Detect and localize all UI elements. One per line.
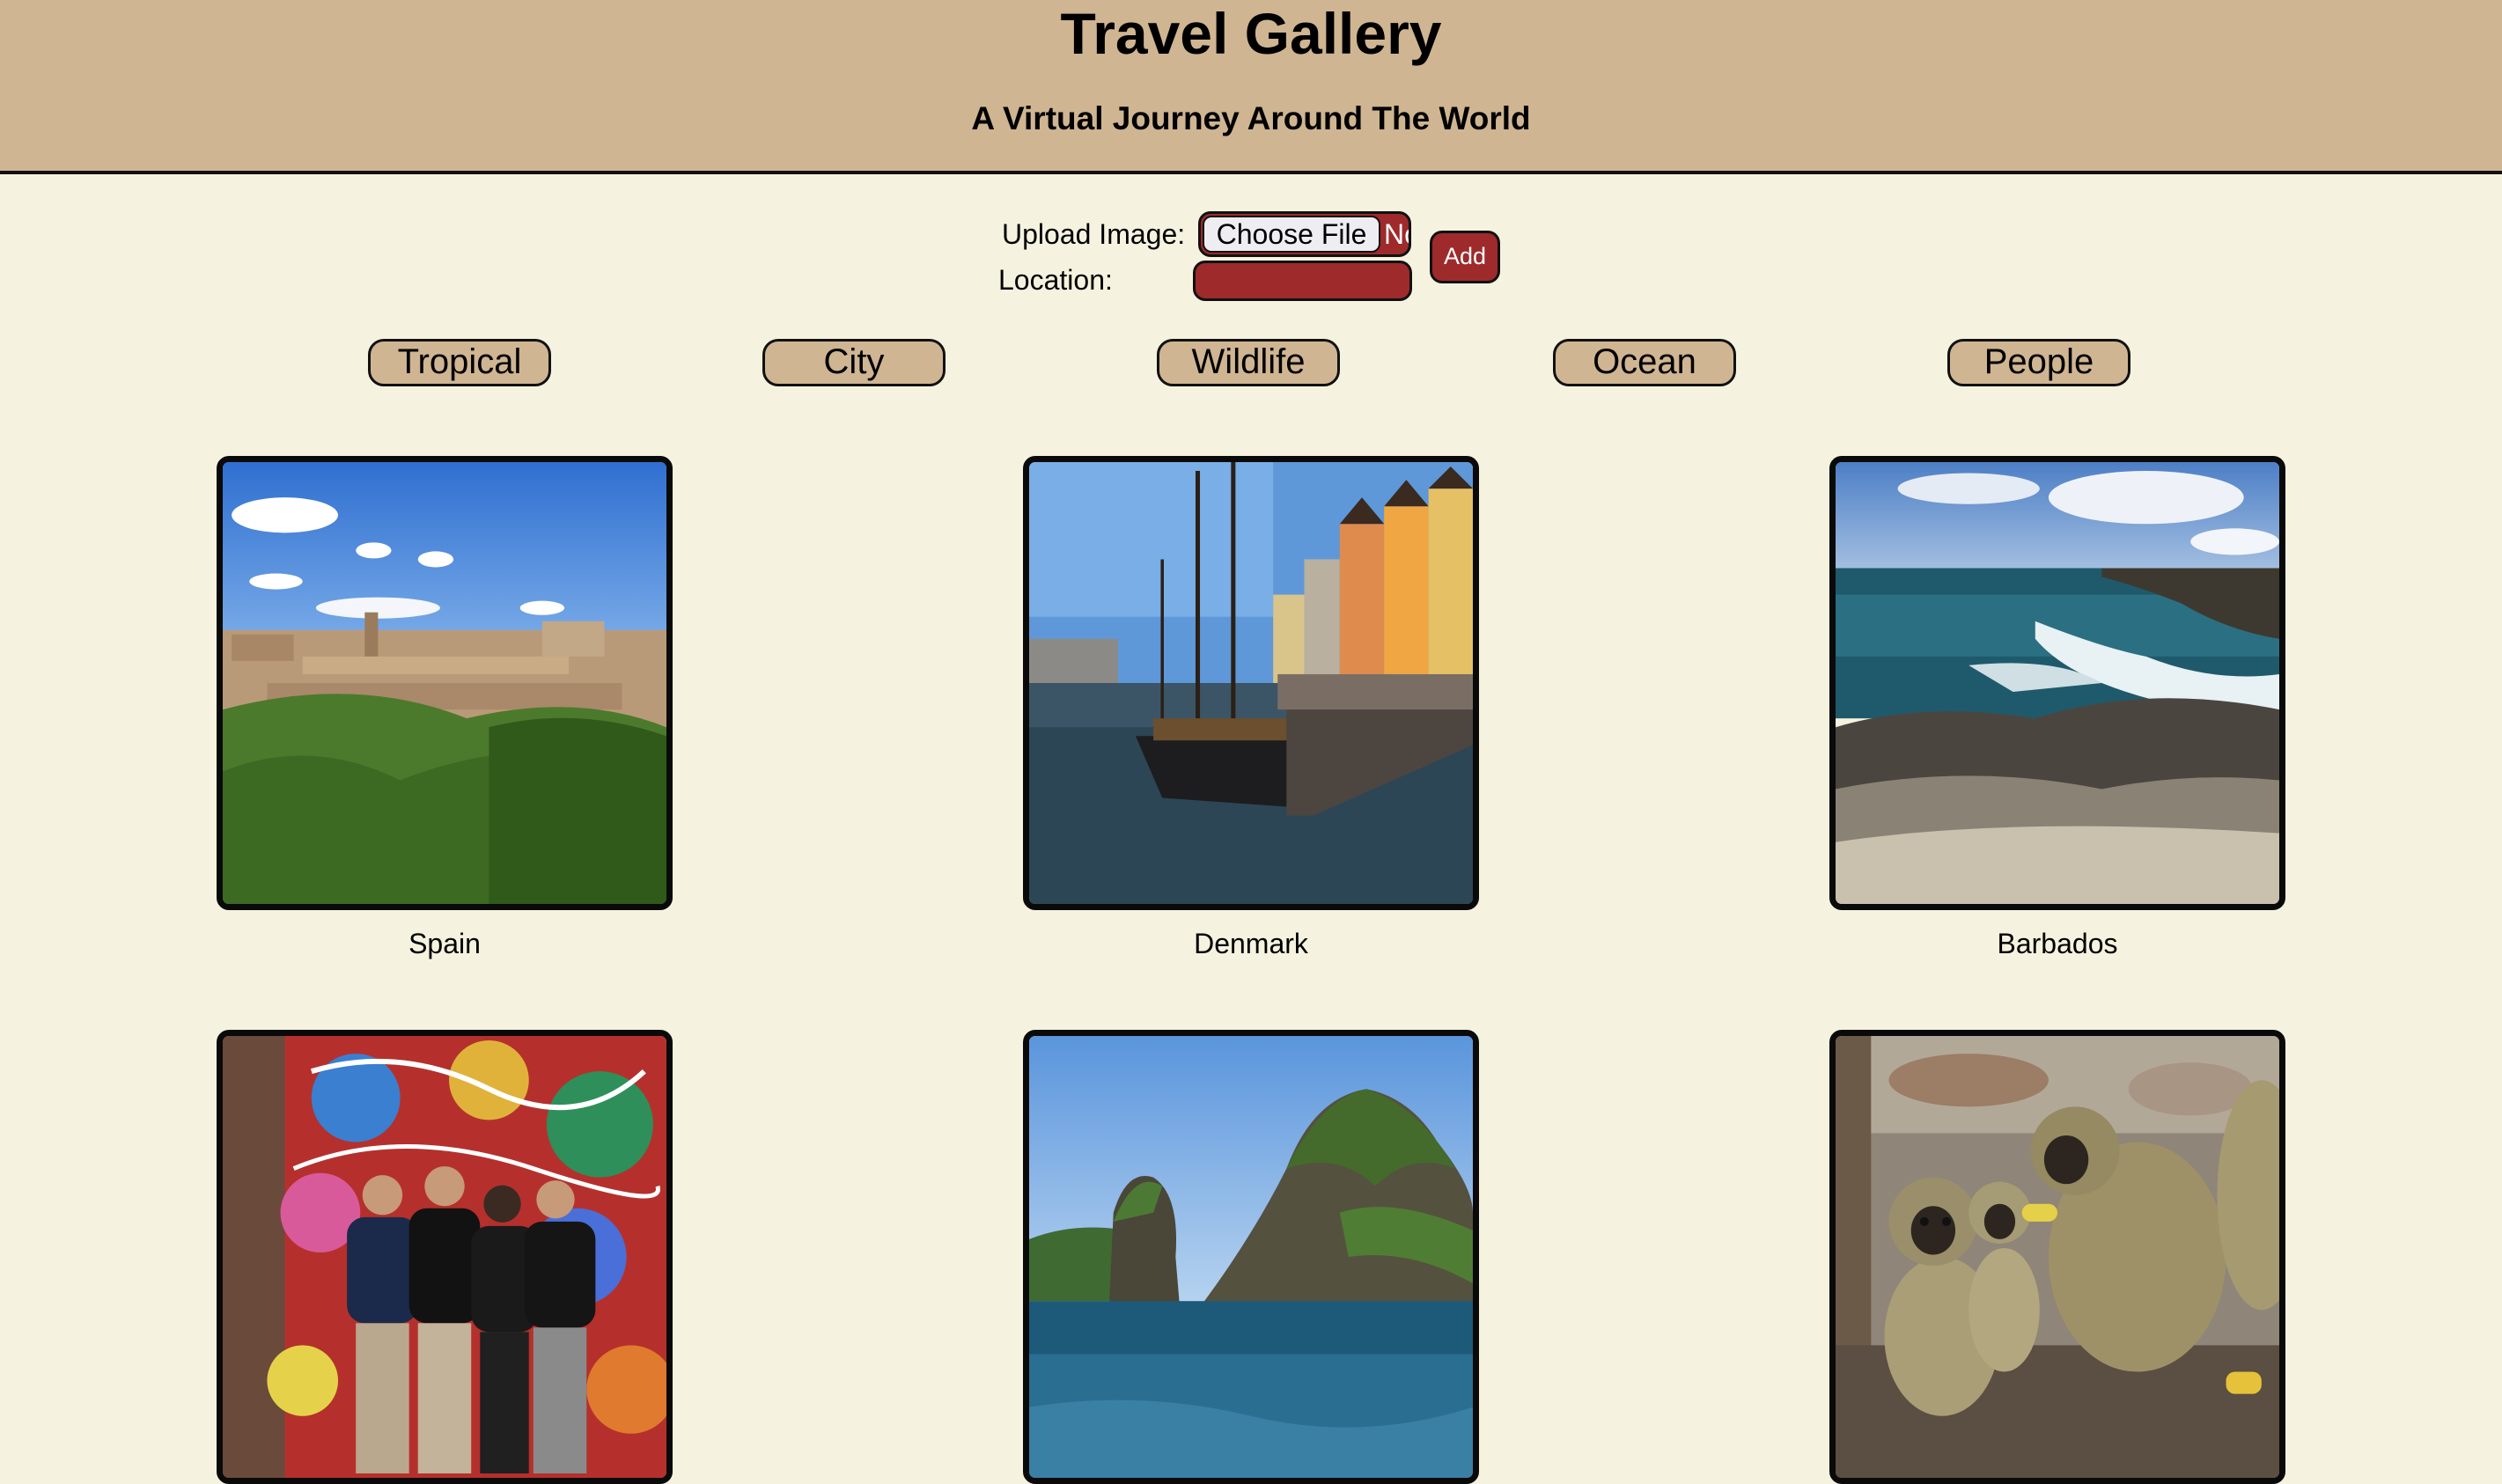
category-button-city[interactable]: City: [762, 339, 946, 386]
category-button-tropical[interactable]: Tropical: [368, 339, 551, 386]
page-subtitle: A Virtual Journey Around The World: [971, 100, 1531, 136]
gallery-photo[interactable]: [1023, 1030, 1479, 1484]
upload-image-label: Upload Image:: [1002, 218, 1186, 250]
gallery-photo[interactable]: [217, 1030, 673, 1484]
gallery-photo[interactable]: [1023, 456, 1479, 910]
location-input[interactable]: [1193, 261, 1412, 301]
add-button[interactable]: Add: [1430, 231, 1500, 283]
category-button-people[interactable]: People: [1947, 339, 2130, 386]
file-input[interactable]: Choose File No file chosen: [1198, 211, 1411, 257]
category-button-wildlife[interactable]: Wildlife: [1157, 339, 1340, 386]
category-button-ocean[interactable]: Ocean: [1553, 339, 1736, 386]
photo-caption: Denmark: [1194, 928, 1308, 959]
page-header: Travel Gallery A Virtual Journey Around …: [0, 0, 2502, 174]
photo-caption: Barbados: [1997, 928, 2118, 959]
photo-caption: Spain: [408, 928, 481, 959]
page-title: Travel Gallery: [1060, 1, 1442, 66]
gallery-photo[interactable]: [217, 456, 673, 910]
gallery-photo[interactable]: [1829, 456, 2285, 910]
gallery-photo[interactable]: [1829, 1030, 2285, 1484]
no-file-chosen-text: No file chosen: [1384, 218, 1409, 250]
choose-file-button[interactable]: Choose File: [1203, 216, 1380, 253]
location-label: Location:: [998, 264, 1113, 296]
